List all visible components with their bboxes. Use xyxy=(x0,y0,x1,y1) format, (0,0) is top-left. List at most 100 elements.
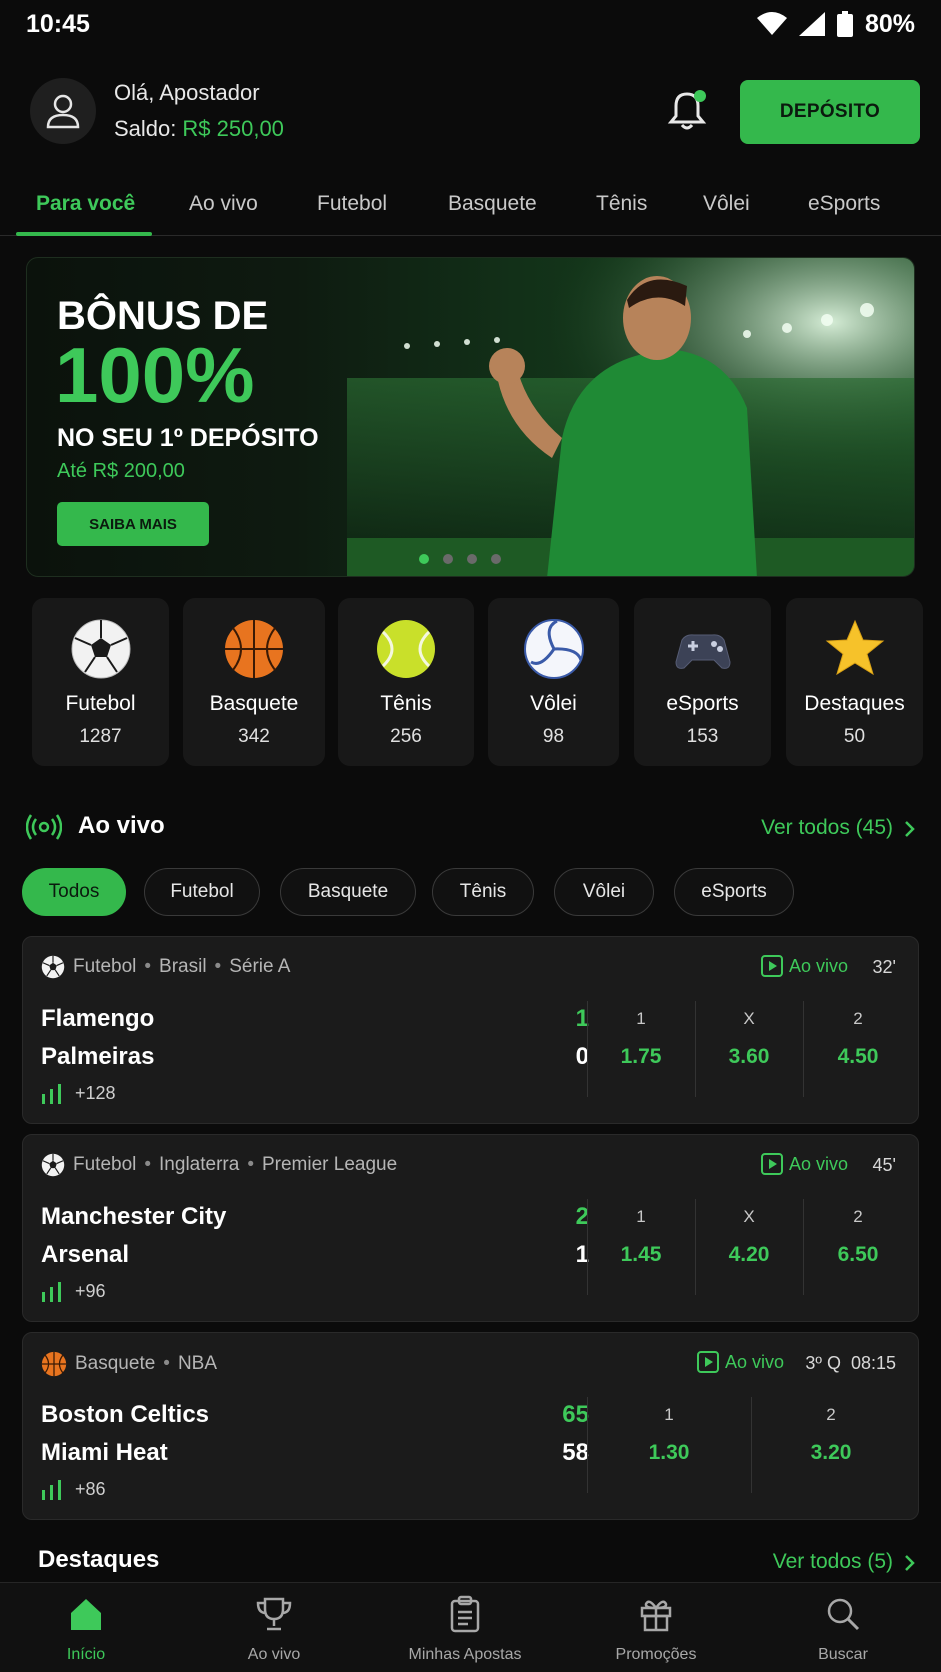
banner-subtitle: NO SEU 1º DEPÓSITO xyxy=(57,424,319,452)
odd-value-button[interactable]: 4.20 xyxy=(699,1243,799,1267)
home-score: 65 xyxy=(562,1401,589,1428)
more-markets[interactable]: +96 xyxy=(41,1281,106,1302)
sport-card-tenis[interactable]: Tênis 256 xyxy=(338,598,474,766)
nav-label: Início xyxy=(66,1646,106,1663)
tab-basquete[interactable]: Basquete xyxy=(448,192,537,216)
clipboard-icon xyxy=(450,1595,480,1633)
odd-label: X xyxy=(743,1009,755,1028)
odd-label: 2 xyxy=(853,1207,863,1226)
live-badge: Ao vivo xyxy=(760,1153,848,1175)
balance-value: R$ 250,00 xyxy=(182,116,284,141)
featured-see-all-link[interactable]: Ver todos (5) xyxy=(773,1550,893,1574)
carousel-dot[interactable] xyxy=(443,554,453,564)
tab-volei[interactable]: Vôlei xyxy=(703,192,750,216)
chip-todos[interactable]: Todos xyxy=(22,868,126,916)
match-meta: Basquete • NBA xyxy=(41,1351,217,1377)
balance: Saldo: R$ 250,00 xyxy=(114,116,284,142)
deposit-button[interactable]: DEPÓSITO xyxy=(740,80,920,144)
chip-futebol[interactable]: Futebol xyxy=(144,868,260,916)
odd-value-button[interactable]: 1.75 xyxy=(591,1045,691,1069)
promo-banner[interactable]: BÔNUS DE 100% NO SEU 1º DEPÓSITO Até R$ … xyxy=(26,257,915,577)
divider xyxy=(695,1199,696,1295)
app-header: Olá, Apostador Saldo: R$ 250,00 DEPÓSITO xyxy=(0,74,941,144)
match-sport: Basquete xyxy=(75,1353,156,1374)
match-meta: Futebol • Inglaterra • Premier League xyxy=(41,1153,397,1177)
chip-esports[interactable]: eSports xyxy=(674,868,794,916)
home-icon xyxy=(71,1599,101,1630)
basketball-icon xyxy=(41,1351,67,1377)
away-score: 1 xyxy=(575,1241,589,1268)
more-markets[interactable]: +86 xyxy=(41,1479,106,1500)
banner-limit: Até R$ 200,00 xyxy=(57,460,185,482)
odd-value-button[interactable]: 1.30 xyxy=(619,1441,719,1465)
sport-name: Futebol xyxy=(65,692,136,715)
sport-card-esports[interactable]: eSports 153 xyxy=(634,598,771,766)
more-markets[interactable]: +128 xyxy=(41,1083,116,1104)
carousel-dot[interactable] xyxy=(467,554,477,564)
odd-value-button[interactable]: 3.20 xyxy=(781,1441,881,1465)
home-team: Manchester City xyxy=(41,1203,227,1230)
stats-bars-icon xyxy=(42,1281,61,1302)
sport-card-volei[interactable]: Vôlei 98 xyxy=(488,598,619,766)
match-card[interactable]: Basquete • NBA Ao vivo 3º Q 08:15 Boston … xyxy=(22,1332,919,1520)
nav-inicio[interactable]: Início xyxy=(11,1595,161,1664)
divider xyxy=(803,1199,804,1295)
away-team: Arsenal xyxy=(41,1241,130,1268)
sport-card-destaques[interactable]: Destaques 50 xyxy=(786,598,923,766)
carousel-dot[interactable] xyxy=(491,554,501,564)
banner-cta-button[interactable]: SAIBA MAIS xyxy=(57,502,209,546)
avatar[interactable] xyxy=(30,78,96,144)
away-team: Miami Heat xyxy=(41,1439,168,1466)
odd-value-button[interactable]: 6.50 xyxy=(808,1243,908,1267)
nav-ao-vivo[interactable]: Ao vivo xyxy=(199,1595,349,1664)
sport-tabs: Para você Ao vivo Futebol Basquete Tênis… xyxy=(0,170,941,236)
match-meta: Futebol • Brasil • Série A xyxy=(41,955,290,979)
divider xyxy=(695,1001,696,1097)
chip-volei[interactable]: Vôlei xyxy=(554,868,654,916)
markets-count: +128 xyxy=(75,1083,116,1103)
chip-tenis[interactable]: Tênis xyxy=(432,868,534,916)
odd-value-button[interactable]: 3.60 xyxy=(699,1045,799,1069)
live-see-all-link[interactable]: Ver todos (45) xyxy=(761,816,893,840)
gift-icon xyxy=(640,1600,672,1632)
odd-value-button[interactable]: 4.50 xyxy=(808,1045,908,1069)
soccer-ball-icon xyxy=(71,619,130,679)
chip-basquete[interactable]: Basquete xyxy=(280,868,416,916)
sport-card-futebol[interactable]: Futebol 1287 xyxy=(32,598,169,766)
match-time: 45' xyxy=(872,1155,896,1175)
tab-ao-vivo[interactable]: Ao vivo xyxy=(189,192,258,216)
nav-promocoes[interactable]: Promoções xyxy=(581,1595,731,1664)
sport-name: eSports xyxy=(666,692,739,715)
tab-tenis[interactable]: Tênis xyxy=(596,192,647,216)
nav-label: Minhas Apostas xyxy=(408,1646,522,1663)
divider xyxy=(587,1397,588,1493)
nav-buscar[interactable]: Buscar xyxy=(768,1595,918,1664)
sport-count: 98 xyxy=(542,726,565,747)
carousel-dot[interactable] xyxy=(419,554,429,564)
soccer-ball-icon xyxy=(41,1153,65,1177)
sport-count: 342 xyxy=(238,726,270,747)
home-team: Flamengo xyxy=(41,1005,155,1032)
match-card[interactable]: Futebol • Brasil • Série A Ao vivo 32' Fla… xyxy=(22,936,919,1124)
divider xyxy=(803,1001,804,1097)
gamepad-icon xyxy=(674,634,731,669)
notifications-button[interactable] xyxy=(664,88,710,134)
tennis-ball-icon xyxy=(377,620,435,678)
sport-card-basquete[interactable]: Basquete 342 xyxy=(183,598,325,766)
away-score: 58 xyxy=(562,1439,589,1466)
match-card[interactable]: Futebol • Inglaterra • Premier League Ao v… xyxy=(22,1134,919,1322)
tab-para-voce[interactable]: Para você xyxy=(36,192,135,216)
nav-minhas-apostas[interactable]: Minhas Apostas xyxy=(390,1595,540,1664)
odd-value-button[interactable]: 1.45 xyxy=(591,1243,691,1267)
sport-name: Destaques xyxy=(804,692,905,715)
markets-count: +86 xyxy=(75,1479,106,1499)
search-icon xyxy=(827,1598,860,1631)
play-icon xyxy=(760,955,783,977)
tab-futebol[interactable]: Futebol xyxy=(317,192,387,216)
tab-esports[interactable]: eSports xyxy=(808,192,880,216)
match-sport: Futebol xyxy=(73,956,137,977)
greeting-text: Olá, Apostador xyxy=(114,80,260,105)
basketball-icon xyxy=(225,620,283,678)
odd-label: X xyxy=(743,1207,755,1226)
match-time: 32' xyxy=(872,957,896,977)
